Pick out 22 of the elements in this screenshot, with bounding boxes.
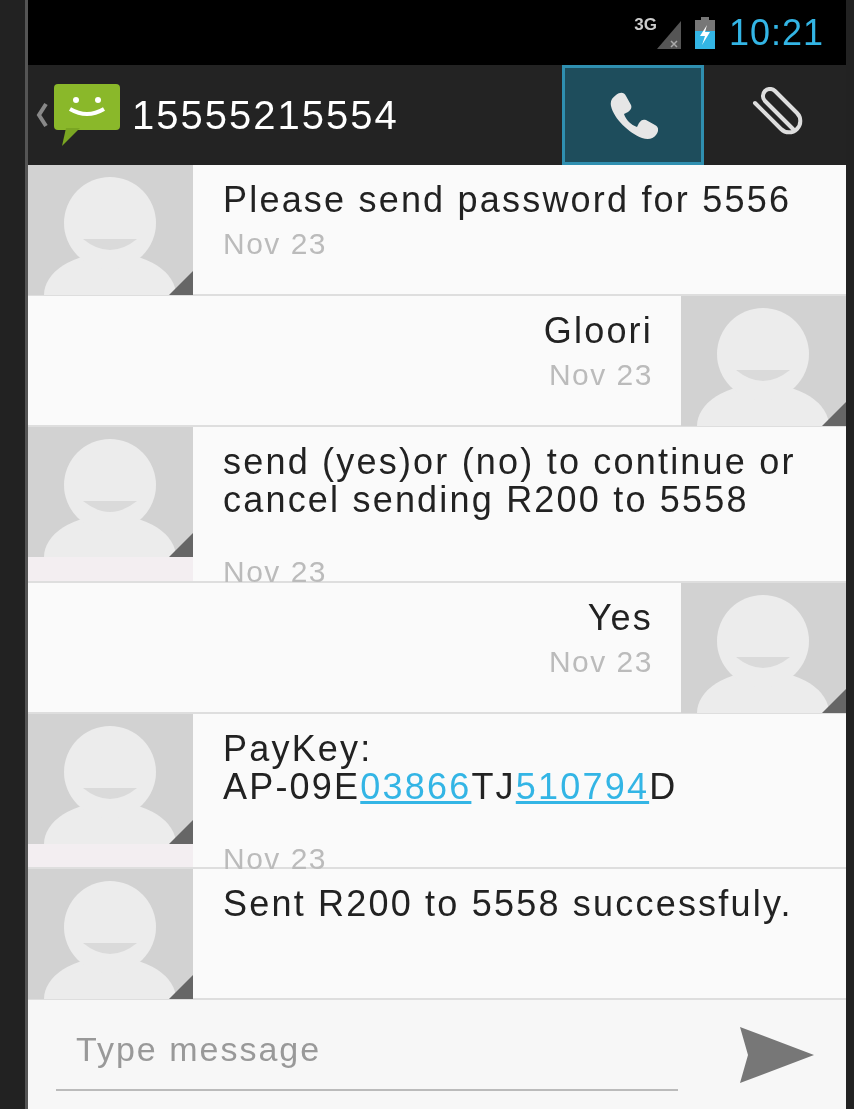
- message-date: Nov 23: [223, 840, 329, 877]
- message-date: Nov 23: [548, 643, 653, 680]
- phone-icon: [608, 91, 658, 139]
- call-button[interactable]: [562, 65, 704, 165]
- message-text: Sent R200 to 5558 successfuly.: [223, 885, 794, 923]
- message-link[interactable]: 03866: [360, 765, 472, 807]
- message-field[interactable]: Type message: [56, 1018, 678, 1091]
- message-date: Nov 23: [223, 226, 329, 262]
- message-text: Gloori: [543, 312, 653, 350]
- back-button[interactable]: [36, 102, 48, 128]
- message-link[interactable]: 510794: [515, 765, 650, 807]
- contact-number: 15555215554: [132, 92, 400, 139]
- message-date: Nov 23: [548, 357, 653, 393]
- message-text: send (yes)or (no) to continue or cancel sending R200 to 5558: [223, 443, 797, 519]
- battery-icon: [694, 16, 715, 49]
- clock-time: 10:21: [728, 10, 824, 55]
- message-date: Nov 23: [223, 554, 329, 590]
- messaging-icon: [52, 82, 122, 148]
- send-button[interactable]: [738, 1024, 816, 1085]
- message-text: PayKey: AP-09E03866TJ510794D: [223, 729, 679, 806]
- message-text: Please send password for 5556: [223, 181, 793, 219]
- message-text: Yes: [587, 598, 653, 637]
